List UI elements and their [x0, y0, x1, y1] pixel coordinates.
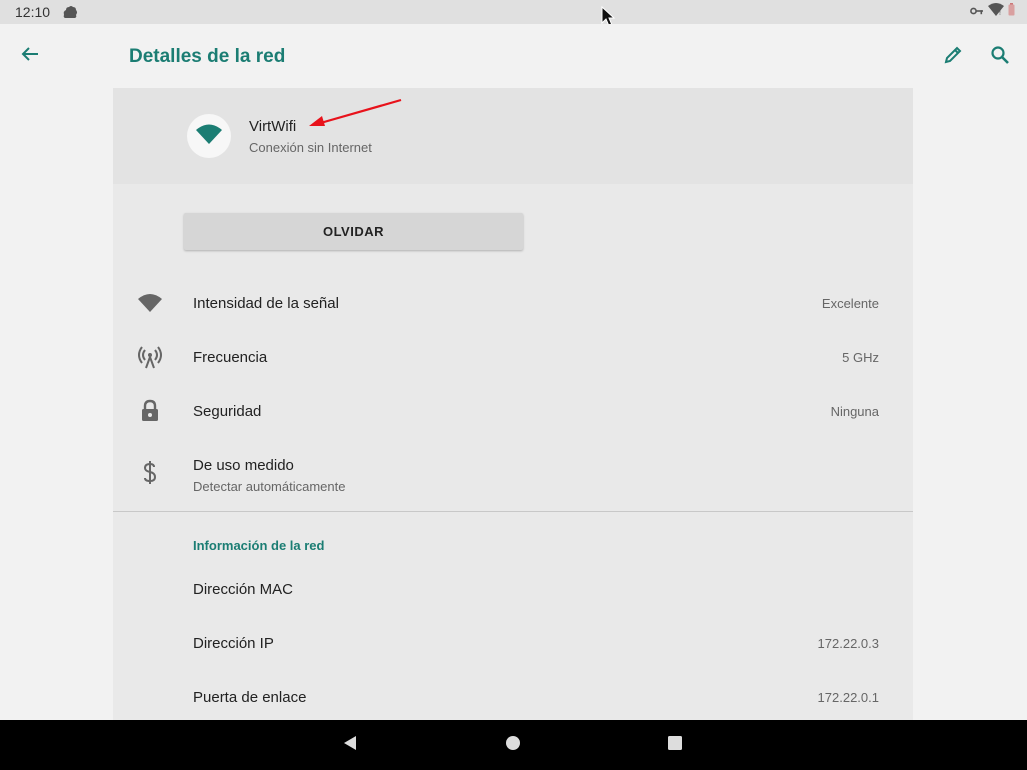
section-title: Información de la red	[193, 538, 325, 553]
status-time: 12:10	[15, 4, 51, 20]
row-title: Puerta de enlace	[193, 689, 307, 706]
gateway-row: Puerta de enlace 172.22.0.1	[113, 670, 913, 720]
network-name: VirtWifi	[249, 118, 297, 135]
circle-home-icon	[505, 735, 521, 756]
content-area: VirtWifi Conexión sin Internet OLVIDAR I…	[0, 88, 1027, 720]
signal-strength-row[interactable]: Intensidad de la señal Excelente	[113, 276, 913, 330]
wifi-icon	[195, 123, 223, 150]
forget-button[interactable]: OLVIDAR	[184, 213, 523, 250]
mac-address-row: Dirección MAC	[113, 562, 913, 616]
triangle-back-icon	[342, 735, 358, 756]
square-recents-icon	[667, 735, 683, 756]
metered-row[interactable]: De uso medido Detectar automáticamente	[113, 438, 913, 504]
back-button[interactable]	[14, 44, 46, 68]
details-panel: VirtWifi Conexión sin Internet OLVIDAR I…	[113, 88, 913, 720]
row-title: Dirección IP	[193, 635, 274, 652]
vpn-key-icon	[970, 3, 984, 21]
row-title: Frecuencia	[193, 349, 268, 366]
section-divider	[113, 511, 913, 512]
frequency-row[interactable]: Frecuencia 5 GHz	[113, 330, 913, 384]
edit-button[interactable]	[938, 44, 968, 70]
back-arrow-icon	[21, 46, 39, 67]
search-icon	[990, 45, 1010, 70]
nav-home-button[interactable]	[502, 734, 524, 756]
lock-icon	[135, 396, 165, 426]
nav-recents-button[interactable]	[664, 734, 686, 756]
battery-icon	[1008, 3, 1015, 21]
android-notification-icon	[62, 5, 78, 19]
wifi-icon: !	[988, 3, 1004, 21]
row-value: Excelente	[821, 296, 879, 311]
row-title: Dirección MAC	[193, 581, 294, 598]
row-title: Intensidad de la señal	[193, 295, 339, 312]
navigation-bar	[0, 720, 1027, 770]
status-icons: !	[970, 3, 1015, 21]
network-header: VirtWifi Conexión sin Internet	[113, 88, 913, 184]
ip-address-row: Dirección IP 172.22.0.3	[113, 616, 913, 670]
row-value: 5 GHz	[842, 350, 879, 365]
security-row[interactable]: Seguridad Ninguna	[113, 384, 913, 438]
row-subtitle: Detectar automáticamente	[193, 479, 346, 494]
wifi-avatar	[187, 114, 231, 158]
antenna-icon	[135, 342, 165, 372]
row-title: De uso medido	[193, 457, 294, 474]
svg-text:!: !	[999, 10, 1001, 16]
app-bar: Detalles de la red	[0, 24, 1027, 88]
wifi-signal-icon	[135, 288, 165, 318]
row-title: Seguridad	[193, 403, 262, 420]
search-button[interactable]	[985, 44, 1015, 70]
network-status: Conexión sin Internet	[249, 140, 372, 155]
row-value: Ninguna	[830, 404, 879, 419]
nav-back-button[interactable]	[339, 734, 361, 756]
row-value: 172.22.0.3	[817, 636, 879, 651]
row-value: 172.22.0.1	[817, 690, 879, 705]
pencil-icon	[943, 45, 963, 70]
dollar-icon	[135, 458, 165, 488]
status-bar: 12:10 !	[0, 0, 1027, 24]
annotation-arrow-icon	[303, 96, 413, 130]
page-title: Detalles de la red	[129, 46, 286, 67]
